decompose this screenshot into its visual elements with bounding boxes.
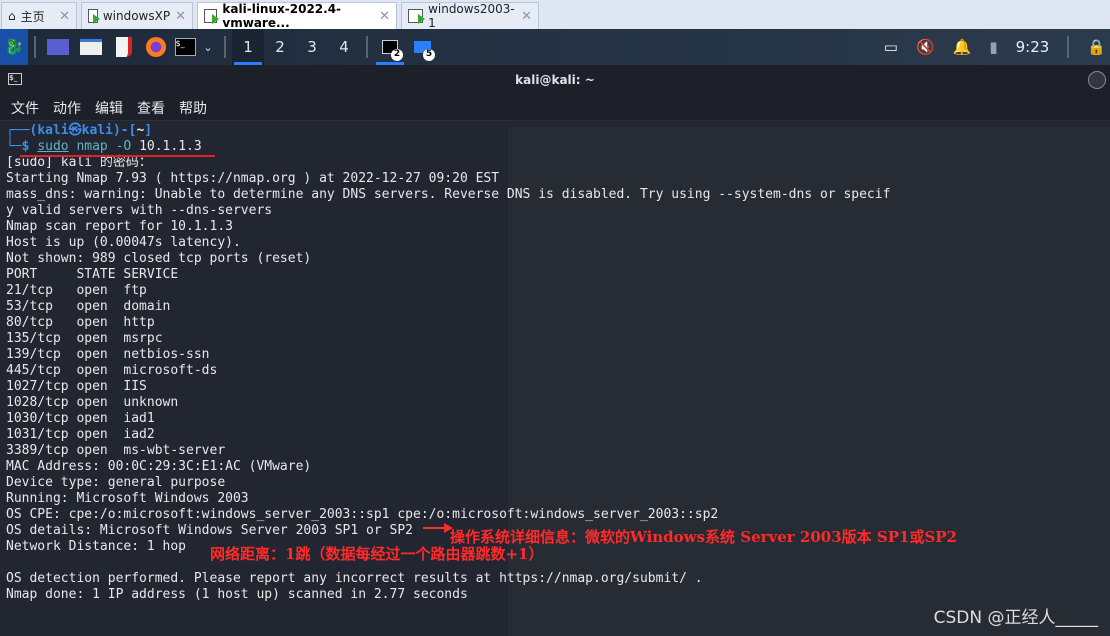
- output-line: OS CPE: cpe:/o:microsoft:windows_server_…: [6, 507, 719, 522]
- red-arrow-annotation: [423, 523, 453, 533]
- output-line: 80/tcp open http: [6, 315, 155, 330]
- kali-menu-icon[interactable]: 🐉: [0, 29, 28, 65]
- output-line: Not shown: 989 closed tcp ports (reset): [6, 251, 312, 266]
- vm-icon: [88, 9, 100, 24]
- prompt-line: ┌──(kali㉿kali)-[~]: [6, 123, 153, 138]
- tab-kali[interactable]: kali-linux-2022.4-vmware... ✕: [197, 2, 397, 30]
- kali-top-panel: 🐉 $_ ⌄ 1 2 3 4 2 5 ▭ 🔇 🔔 ▮ 9:23 🔒: [0, 29, 1110, 65]
- menu-file[interactable]: 文件: [11, 98, 39, 118]
- workspace-1[interactable]: 1: [232, 29, 264, 65]
- task-count-badge: 5: [423, 49, 435, 61]
- chevron-down-icon[interactable]: ⌄: [198, 29, 218, 65]
- home-icon: ⌂: [8, 9, 16, 23]
- system-tray: ▭ 🔇 🔔 ▮ 9:23 🔒: [884, 36, 1110, 58]
- workspace-3[interactable]: 3: [296, 29, 328, 65]
- output-line: MAC Address: 00:0C:29:3C:E1:AC (VMware): [6, 459, 312, 474]
- output-line: 53/tcp open domain: [6, 299, 171, 314]
- menu-view[interactable]: 查看: [137, 98, 165, 118]
- workspace-2[interactable]: 2: [264, 29, 296, 65]
- folder-task-button[interactable]: 5: [406, 29, 438, 65]
- battery-icon[interactable]: ▮: [989, 38, 997, 56]
- output-line: 1031/tcp open iad2: [6, 427, 155, 442]
- window-title: kali@kali: ~: [515, 73, 595, 87]
- tab-windowsxp[interactable]: windowsXP ✕: [81, 2, 193, 29]
- menu-actions[interactable]: 动作: [53, 98, 81, 118]
- terminal-window: $_ kali@kali: ~ 文件 动作 编辑 查看 帮助 ┌──(kali㉿…: [0, 65, 1110, 636]
- command-underline-annotation: [20, 155, 215, 157]
- task-count-badge: 2: [391, 49, 403, 61]
- output-line: 445/tcp open microsoft-ds: [6, 363, 218, 378]
- output-line: PORT STATE SERVICE: [6, 267, 179, 282]
- output-line: 3389/tcp open ms-wbt-server: [6, 443, 226, 458]
- close-icon[interactable]: ✕: [521, 9, 532, 24]
- output-line: 1027/tcp open IIS: [6, 379, 147, 394]
- text-editor-icon[interactable]: [108, 29, 140, 65]
- divider: [34, 36, 36, 58]
- output-line: 21/tcp open ftp: [6, 283, 147, 298]
- output-line: [sudo] kali 的密码：: [6, 155, 152, 170]
- terminal-titlebar: $_ kali@kali: ~: [0, 65, 1110, 95]
- window-control-button[interactable]: [1088, 71, 1106, 89]
- output-line: 135/tcp open msrpc: [6, 331, 163, 346]
- file-manager-icon[interactable]: [74, 29, 108, 65]
- tab-windows2003[interactable]: windows2003-1 ✕: [401, 2, 539, 30]
- divider: [1067, 36, 1070, 58]
- notification-bell-icon[interactable]: 🔔: [953, 38, 972, 56]
- close-icon[interactable]: ✕: [175, 9, 186, 24]
- firefox-icon[interactable]: [140, 29, 172, 65]
- csdn-watermark: CSDN @正经人_____: [933, 608, 1098, 628]
- muted-volume-icon[interactable]: 🔇: [916, 38, 935, 56]
- vm-icon: [204, 9, 220, 24]
- output-line: mass_dns: warning: Unable to determine a…: [6, 187, 891, 202]
- output-line: 1028/tcp open unknown: [6, 395, 179, 410]
- menu-edit[interactable]: 编辑: [95, 98, 123, 118]
- workspace-4[interactable]: 4: [328, 29, 360, 65]
- terminal-launcher-icon[interactable]: $_: [172, 29, 198, 65]
- close-icon[interactable]: ✕: [59, 9, 70, 24]
- divider: [366, 36, 368, 58]
- tab-home[interactable]: ⌂ 主页 ✕: [1, 2, 77, 29]
- network-icon[interactable]: ▭: [884, 38, 898, 56]
- output-line: Device type: general purpose: [6, 475, 226, 490]
- clock[interactable]: 9:23: [1016, 38, 1050, 56]
- output-line: Running: Microsoft Windows 2003: [6, 491, 249, 506]
- divider: [224, 36, 226, 58]
- terminal-icon: $_: [8, 73, 22, 85]
- desktop-icon[interactable]: [42, 29, 74, 65]
- output-line: Nmap scan report for 10.1.1.3: [6, 219, 233, 234]
- network-distance-annotation: 网络距离：1跳（数据每经过一个路由器跳数+1）: [210, 545, 544, 563]
- close-icon[interactable]: ✕: [379, 9, 390, 24]
- browser-tab-bar: ⌂ 主页 ✕ windowsXP ✕ kali-linux-2022.4-vmware…: [0, 0, 1110, 30]
- output-line: Starting Nmap 7.93 ( https://nmap.org ) …: [6, 171, 500, 186]
- output-line: Host is up (0.00047s latency).: [6, 235, 241, 250]
- command-line: └─$ sudo nmap -O 10.1.1.3: [6, 139, 202, 154]
- output-line: 139/tcp open netbios-ssn: [6, 347, 210, 362]
- output-line: y valid servers with --dns-servers: [6, 203, 273, 218]
- output-line: Nmap done: 1 IP address (1 host up) scan…: [6, 587, 468, 602]
- terminal-task-button[interactable]: 2: [374, 29, 406, 65]
- output-line: OS detection performed. Please report an…: [6, 571, 703, 586]
- output-line: 1030/tcp open iad1: [6, 411, 155, 426]
- menu-help[interactable]: 帮助: [179, 98, 207, 118]
- lock-icon[interactable]: 🔒: [1087, 38, 1106, 56]
- terminal-menubar: 文件 动作 编辑 查看 帮助: [0, 95, 1110, 121]
- vm-icon: [408, 9, 426, 24]
